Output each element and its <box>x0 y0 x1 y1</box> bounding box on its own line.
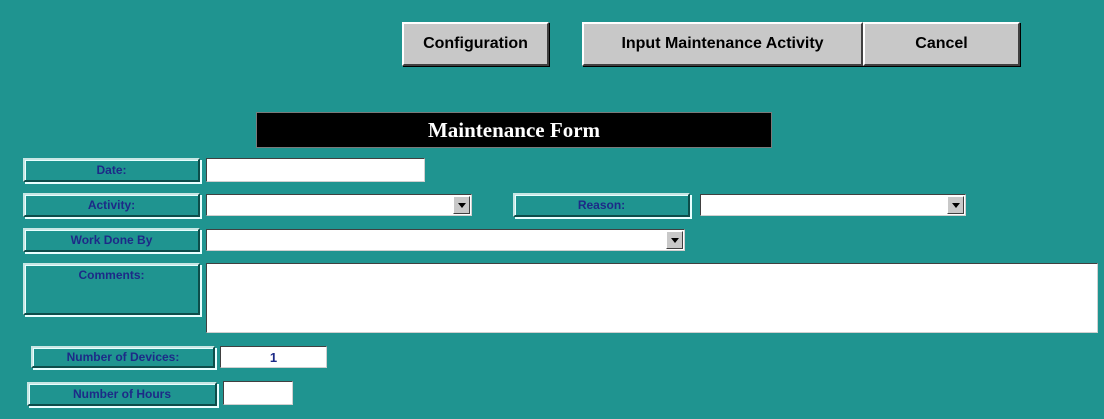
work-done-by-combo[interactable] <box>206 229 685 251</box>
number-of-devices-field[interactable]: 1 <box>220 346 327 368</box>
number-of-hours-label: Number of Hours <box>27 382 217 406</box>
date-label: Date: <box>23 158 200 182</box>
reason-label: Reason: <box>513 193 690 217</box>
comments-label: Comments: <box>23 263 200 315</box>
work-done-by-label: Work Done By <box>23 228 200 252</box>
number-of-devices-label: Number of Devices: <box>31 346 215 368</box>
activity-label: Activity: <box>23 193 200 217</box>
chevron-down-icon[interactable] <box>947 196 964 214</box>
chevron-down-icon[interactable] <box>453 196 470 214</box>
date-field[interactable] <box>206 158 425 182</box>
form-title: Maintenance Form <box>256 112 772 148</box>
input-maintenance-activity-button[interactable]: Input Maintenance Activity <box>582 22 863 66</box>
activity-combo[interactable] <box>206 194 472 216</box>
reason-combo[interactable] <box>700 194 966 216</box>
chevron-down-icon[interactable] <box>666 231 683 249</box>
cancel-button[interactable]: Cancel <box>863 22 1020 66</box>
comments-textarea[interactable] <box>206 263 1098 333</box>
configuration-button[interactable]: Configuration <box>402 22 549 66</box>
number-of-hours-field[interactable] <box>223 381 293 405</box>
